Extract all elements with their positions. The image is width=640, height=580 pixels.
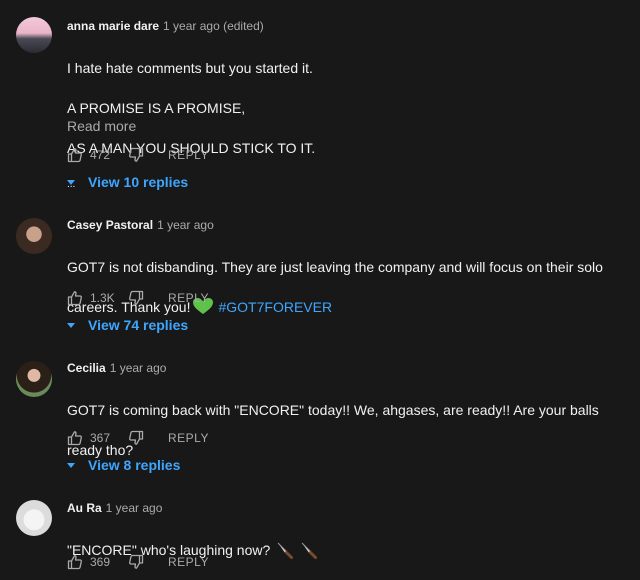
reply-button[interactable]: REPLY	[168, 291, 209, 305]
avatar[interactable]	[16, 500, 52, 536]
thumbs-up-icon[interactable]	[67, 147, 83, 163]
like-count: 1.3K	[90, 291, 115, 305]
hashtag-link[interactable]: #GOT7FOREVER	[218, 299, 332, 315]
like-count: 472	[90, 148, 111, 162]
thumbs-up-icon[interactable]	[67, 554, 83, 570]
read-more-link[interactable]: Read more	[67, 118, 136, 134]
comment-author[interactable]: Au Ra	[67, 501, 102, 515]
comment-line: I hate hate comments but you started it.	[67, 60, 313, 76]
comment-header: anna marie dare 1 year ago (edited)	[67, 18, 264, 34]
comment-actions: 472 REPLY	[67, 145, 209, 165]
comment-author[interactable]: Cecilia	[67, 361, 106, 375]
comment-line: GOT7 is coming back with "ENCORE" today!…	[67, 402, 599, 418]
like-count: 369	[90, 555, 111, 569]
comment-timestamp[interactable]: 1 year ago	[106, 501, 163, 515]
comment-author[interactable]: Casey Pastoral	[67, 218, 153, 232]
comment-header: Casey Pastoral 1 year ago	[67, 217, 214, 233]
reply-button[interactable]: REPLY	[168, 431, 209, 445]
like-count: 367	[90, 431, 111, 445]
comment-timestamp[interactable]: 1 year ago	[157, 218, 214, 232]
comment-header: Cecilia 1 year ago	[67, 360, 166, 376]
avatar[interactable]	[16, 361, 52, 397]
comment-timestamp[interactable]: 1 year ago (edited)	[163, 19, 264, 33]
view-replies-label: View 10 replies	[88, 174, 189, 190]
thumbs-down-icon[interactable]	[128, 290, 144, 306]
comment-line: A PROMISE IS A PROMISE,	[67, 100, 246, 116]
comment-timestamp[interactable]: 1 year ago	[110, 361, 167, 375]
knife-icon	[300, 541, 318, 559]
view-replies-button[interactable]: View 8 replies	[67, 457, 180, 473]
comment-actions: 1.3K REPLY	[67, 288, 209, 308]
reply-button[interactable]: REPLY	[168, 148, 209, 162]
view-replies-label: View 8 replies	[88, 457, 181, 473]
comment-author[interactable]: anna marie dare	[67, 19, 159, 33]
avatar[interactable]	[16, 218, 52, 254]
comment-header: Au Ra 1 year ago	[67, 500, 162, 516]
thumbs-down-icon[interactable]	[128, 430, 144, 446]
caret-down-icon	[67, 462, 75, 468]
knife-icon	[276, 541, 294, 559]
view-replies-label: View 74 replies	[88, 317, 189, 333]
view-replies-button[interactable]: View 74 replies	[67, 317, 188, 333]
avatar[interactable]	[16, 17, 52, 53]
thumbs-up-icon[interactable]	[67, 290, 83, 306]
comment-line: GOT7 is not disbanding. They are just le…	[67, 259, 603, 275]
thumbs-down-icon[interactable]	[128, 147, 144, 163]
comment-actions: 367 REPLY	[67, 428, 209, 448]
caret-down-icon	[67, 322, 75, 328]
reply-button[interactable]: REPLY	[168, 555, 209, 569]
comment-actions: 369 REPLY	[67, 552, 209, 572]
view-replies-button[interactable]: View 10 replies	[67, 174, 188, 190]
caret-down-icon	[67, 179, 75, 185]
thumbs-up-icon[interactable]	[67, 430, 83, 446]
thumbs-down-icon[interactable]	[128, 554, 144, 570]
